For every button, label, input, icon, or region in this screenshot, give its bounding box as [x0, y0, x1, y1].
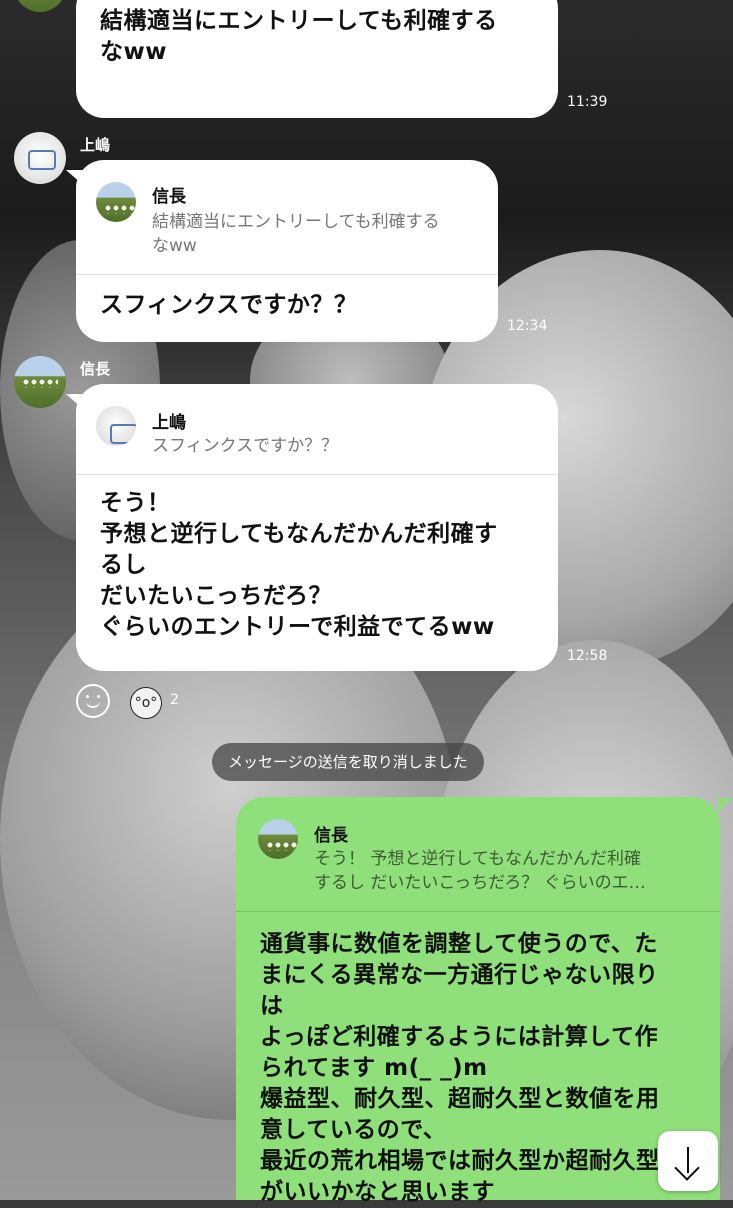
message-time: 12:34 — [507, 318, 548, 334]
quote-sender: 信長 — [314, 826, 348, 846]
quote-text: 結構適当にエントリーしても利確する なww — [152, 212, 440, 256]
reaction-count: 2 — [170, 692, 179, 708]
quote-avatar — [96, 182, 136, 222]
bubble-tail — [718, 798, 732, 812]
quote-text: そう！ 予想と逆行してもなんだかんだ利確 するし だいたいこっちだろ？ ぐらいの… — [314, 849, 646, 893]
message-time: 11:39 — [567, 94, 608, 110]
avatar-nobunaga[interactable] — [14, 356, 66, 408]
arrow-down-icon — [687, 1147, 689, 1173]
quote-avatar — [96, 406, 136, 446]
sender-name: 信長 — [80, 360, 111, 378]
message-bubble[interactable]: 上嶋 スフィンクスですか？？ そう！ 予想と逆行してもなんだかんだ利確す るし … — [76, 384, 558, 671]
message-text: 通貨事に数値を調整して使うので、た まにくる異常な一方通行じゃない限り は よっ… — [260, 931, 660, 1205]
message-time: 12:58 — [567, 648, 608, 664]
quote-divider — [76, 274, 498, 275]
system-notice: メッセージの送信を取り消しました — [212, 743, 484, 781]
scroll-to-bottom-button[interactable] — [658, 1131, 718, 1191]
quote-divider — [236, 911, 720, 912]
quote-sender: 信長 — [152, 187, 186, 207]
message-bubble[interactable]: 信長 結構適当にエントリーしても利確する なww スフィンクスですか？？ — [76, 160, 498, 342]
quote-text: スフィンクスですか？？ — [152, 436, 339, 456]
wow-face-icon[interactable]: °o° — [130, 687, 162, 719]
message-bubble[interactable]: 結構適当にエントリーしても利確する なww — [76, 0, 558, 118]
message-text: 結構適当にエントリーしても利確する なww — [100, 8, 498, 65]
message-text: そう！ 予想と逆行してもなんだかんだ利確す るし だいたいこっちだろ？ ぐらいの… — [100, 490, 498, 640]
quote-divider — [76, 474, 558, 475]
own-message-bubble[interactable]: 信長 そう！ 予想と逆行してもなんだかんだ利確 するし だいたいこっちだろ？ ぐ… — [236, 797, 720, 1205]
message-text: スフィンクスですか？？ — [100, 292, 358, 318]
quote-sender: 上嶋 — [152, 413, 186, 433]
avatar-uejima[interactable] — [14, 132, 66, 184]
smile-icon[interactable] — [76, 684, 110, 718]
quote-avatar — [258, 819, 298, 859]
sender-name: 上嶋 — [80, 136, 111, 154]
